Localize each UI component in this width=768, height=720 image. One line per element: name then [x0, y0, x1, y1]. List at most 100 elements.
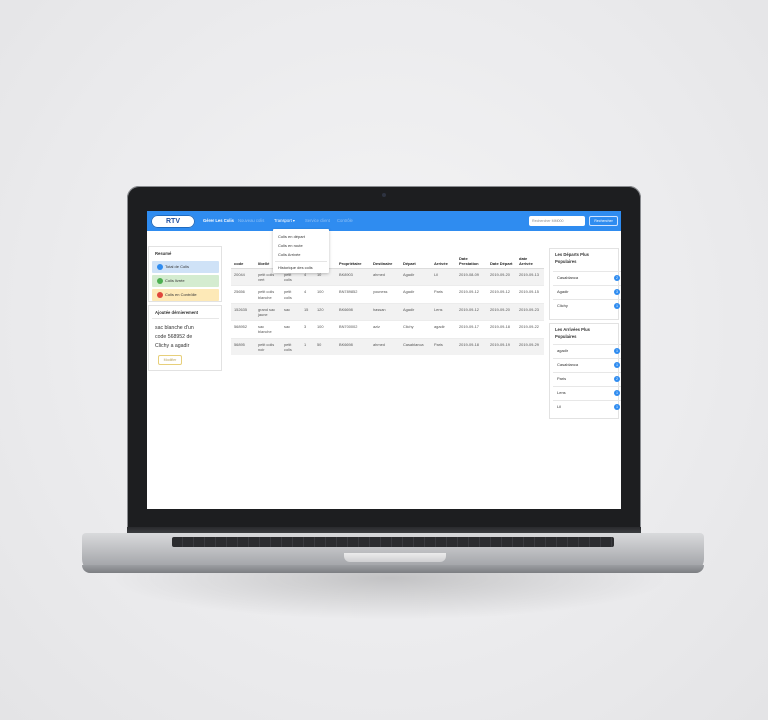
cell-date-depart: 2019-09-19 — [487, 337, 516, 356]
alert-icon — [157, 292, 163, 298]
departures-title: Les Départs Plus — [555, 252, 589, 257]
col-header-date-arrivee[interactable]: date Arrivée — [516, 248, 544, 269]
count-badge: 3 — [614, 289, 620, 295]
status-colis-controle[interactable]: Colis en Contrôlle — [152, 289, 219, 301]
nav-item-nouveau-colis[interactable]: Nouveau colis — [238, 218, 264, 223]
col-header-date-depart[interactable]: Date Départ — [487, 248, 516, 269]
search-button[interactable]: Rechercher — [589, 216, 618, 226]
dropdown-item-colis-en-route[interactable]: Colis en route — [278, 243, 303, 248]
last-added-panel: Ajoutée dérnierement sac blanche d'un co… — [148, 305, 222, 371]
nav-item-service-client[interactable]: Service client — [305, 218, 330, 223]
cell-poid: 100 — [314, 285, 336, 304]
cell-poid: 120 — [314, 302, 336, 321]
count-badge: 2 — [614, 376, 620, 382]
arrival-item-agadir[interactable]: agadir 1 — [553, 344, 621, 356]
status-label: Colis livrée — [165, 278, 185, 283]
col-header-depart[interactable]: Départ — [400, 248, 431, 269]
arrivals-title: Les Arrivées Plus — [555, 327, 590, 332]
departure-item-casablanca[interactable]: Casablanca 2 — [553, 271, 621, 283]
divider — [152, 318, 219, 319]
cell-destinaire: hassan — [370, 302, 400, 321]
cell-poid: 50 — [314, 337, 336, 356]
count-badge: 1 — [614, 348, 620, 354]
base-edge — [82, 565, 704, 573]
arrivals-title-line2: Populaires — [555, 334, 577, 339]
cell-date-prestation: 2019-08-09 — [456, 267, 487, 286]
col-header-proprietaire[interactable]: Propriétaire — [336, 248, 370, 269]
cell-code: 20044 — [231, 267, 255, 286]
col-header-date-prestation[interactable]: Date Prestation — [456, 248, 487, 269]
count-badge: 1 — [614, 362, 620, 368]
cell-date-arrivee: 2019-09-13 — [516, 267, 544, 286]
cell-destinaire: youness — [370, 285, 400, 304]
navbar: RTV Gérer Les Colis Nouveau colis Transp… — [147, 211, 621, 231]
dropdown-item-colis-depart[interactable]: Colis en départ — [278, 234, 305, 239]
cell-depart: Clichy — [400, 320, 431, 339]
col-header-arrivee[interactable]: Arrivée — [431, 248, 456, 269]
cell-proprietaire: BN789852 — [336, 285, 370, 304]
brand-logo[interactable]: RTV — [151, 215, 195, 228]
summary-panel: Resumé Total de Colis Colis livrée Colis… — [148, 246, 222, 302]
col-header-destinaire[interactable]: Destinaire — [370, 248, 400, 269]
departure-item-agadir[interactable]: Agadir 3 — [553, 285, 621, 297]
cell-date-depart: 2019-09-12 — [487, 285, 516, 304]
cell-depart: Casablanca — [400, 337, 431, 356]
table-row[interactable]: 152635 grand sac jaune sac 15 120 BK6698… — [231, 302, 544, 321]
cell-date-prestation: 2019-09-18 — [456, 337, 487, 356]
search-input[interactable]: Rechercher MM000 — [529, 216, 585, 226]
arrival-item-paris[interactable]: Paris 2 — [553, 372, 621, 384]
last-added-line: Clichy a agadir — [155, 343, 190, 349]
cell-date-depart: 2019-09-20 — [487, 267, 516, 286]
item-label: Casablanca — [557, 362, 579, 367]
modifier-button[interactable]: Modifier — [158, 355, 182, 365]
status-label: Colis en Contrôlle — [165, 292, 197, 297]
dropdown-item-colis-arrivee[interactable]: Colis Arrivée — [278, 252, 300, 257]
cell-depart: Agadir — [400, 267, 431, 286]
table-row[interactable]: 25656 petit colis blanche petit colis 4 … — [231, 285, 544, 304]
item-label: Lil — [557, 404, 562, 409]
nav-item-transport[interactable]: Transport ▾ — [274, 218, 295, 223]
item-label: Lens — [557, 390, 566, 395]
status-colis-livree[interactable]: Colis livrée — [152, 275, 219, 287]
cell-arrivee: Lil — [431, 267, 456, 286]
cell-destinaire: aziz — [370, 320, 400, 339]
departure-item-clichy[interactable]: Clichy 1 — [553, 299, 621, 311]
cell-type: sac — [281, 302, 301, 321]
cell-destinaire: ahmed — [370, 337, 400, 356]
cell-qte: 3 — [301, 320, 314, 339]
cell-date-depart: 2019-09-18 — [487, 320, 516, 339]
cell-date-arrivee: 2019-09-15 — [516, 285, 544, 304]
cell-type: petit colis — [281, 337, 301, 356]
cell-poid: 100 — [314, 320, 336, 339]
arrival-item-lil[interactable]: Lil 1 — [553, 400, 621, 412]
item-label: Clichy — [557, 303, 568, 308]
dropdown-item-historique[interactable]: Historique des colis — [278, 265, 313, 270]
cell-qte: 4 — [301, 285, 314, 304]
cell-libelle: petit colis noir — [255, 337, 281, 356]
departures-title-line2: Populaires — [555, 259, 577, 264]
laptop-base — [82, 533, 704, 573]
item-label: Paris — [557, 376, 567, 381]
arrival-item-casablanca[interactable]: Casablanca 1 — [553, 358, 621, 370]
cell-arrivee: Paris — [431, 285, 456, 304]
screen: RTV Gérer Les Colis Nouveau colis Transp… — [147, 211, 621, 509]
nav-item-controle[interactable]: Contrôle — [337, 218, 353, 223]
cell-type: sac — [281, 320, 301, 339]
status-total-colis[interactable]: Total de Colis — [152, 261, 219, 273]
table-row[interactable]: 56895 petit colis noir petit colis 1 50 … — [231, 337, 544, 356]
popular-departures-panel: Les Départs Plus Populaires Casablanca 2… — [549, 248, 621, 320]
cell-date-arrivee: 2019-09-22 — [516, 320, 544, 339]
cell-depart: Agadir — [400, 285, 431, 304]
col-header-code[interactable]: code — [231, 248, 255, 269]
arrival-item-lens[interactable]: Lens 1 — [553, 386, 621, 398]
cell-libelle: grand sac jaune — [255, 302, 281, 321]
cell-code: 56895 — [231, 337, 255, 356]
nav-brand-link[interactable]: Gérer Les Colis — [203, 218, 234, 223]
cell-code: 25656 — [231, 285, 255, 304]
lid-notch — [344, 553, 446, 562]
last-added-line: code 568952 de — [155, 334, 193, 340]
cell-arrivee: Lens — [431, 302, 456, 321]
table-row[interactable]: 568952 sac blanche sac 3 100 BN700002 az… — [231, 320, 544, 339]
last-added-title: Ajoutée dérnierement — [155, 310, 199, 315]
count-badge: 1 — [614, 303, 620, 309]
